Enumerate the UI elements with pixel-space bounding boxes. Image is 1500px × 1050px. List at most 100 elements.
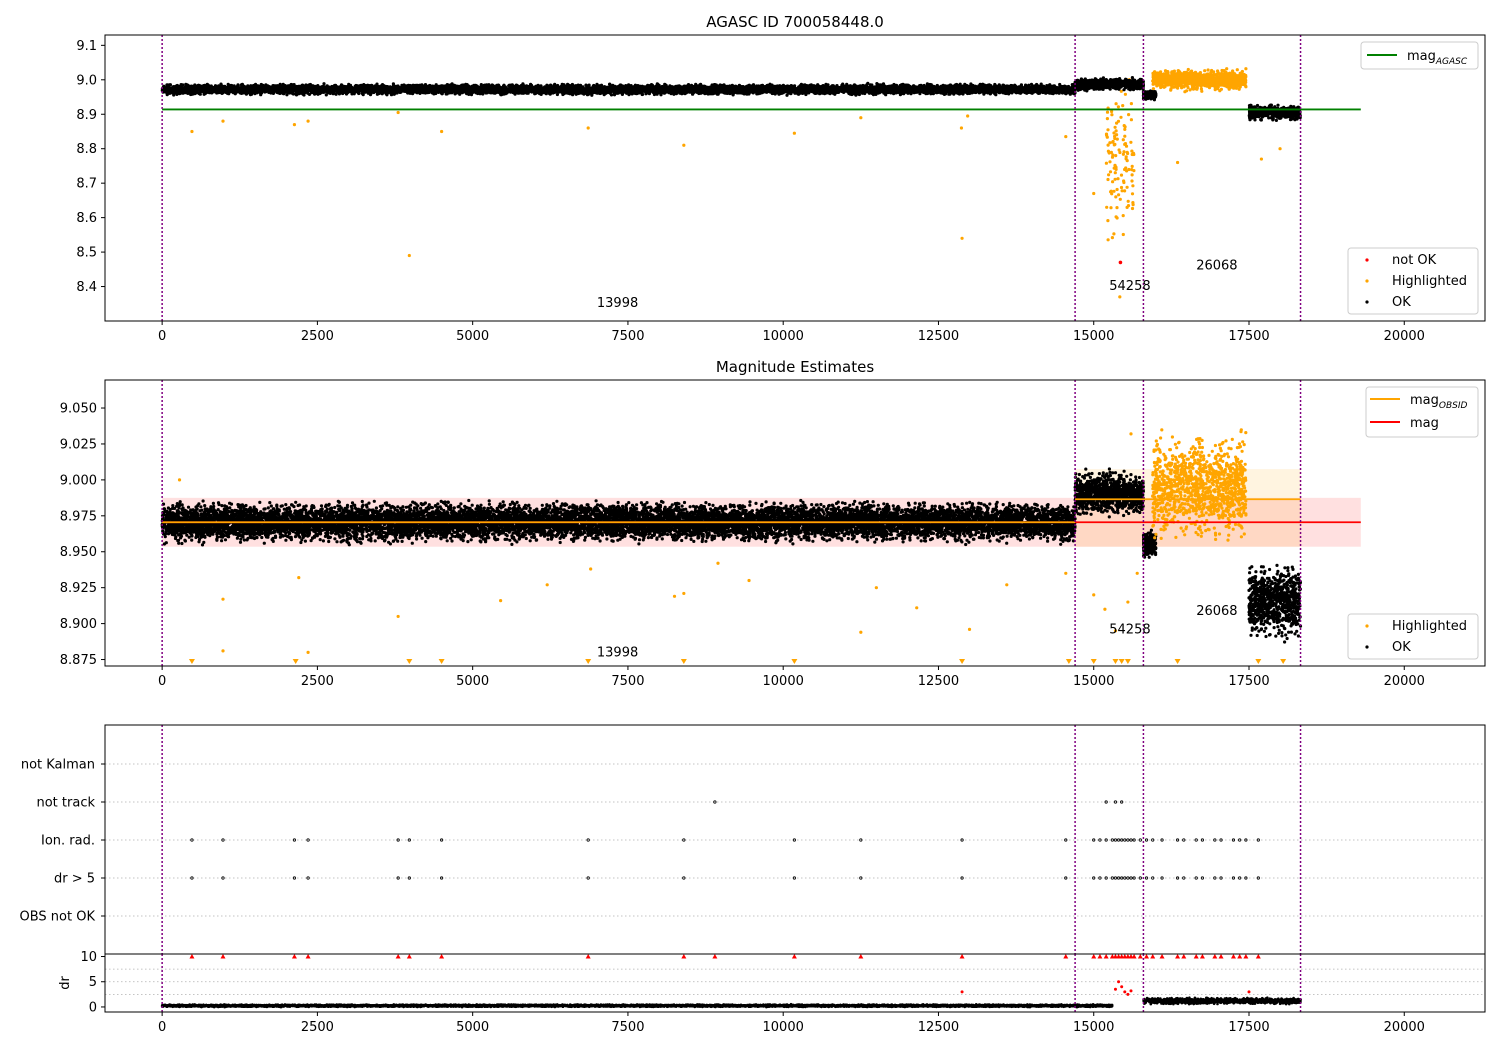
- data-point: [1244, 75, 1248, 79]
- data-point: [1114, 154, 1118, 158]
- data-point: [1119, 173, 1124, 177]
- data-point: [1118, 197, 1122, 201]
- data-point: [1105, 135, 1109, 139]
- data-point: [1190, 69, 1194, 73]
- data-point: [1119, 185, 1124, 190]
- highlighted-point: [407, 253, 411, 258]
- data-point: [1238, 71, 1242, 75]
- highlighted-point: [682, 143, 686, 147]
- data-point: [1123, 142, 1128, 146]
- data-point: [1110, 109, 1114, 114]
- data-point: [1112, 143, 1116, 147]
- data-point: [1126, 199, 1130, 203]
- highlighted-point: [1092, 191, 1096, 196]
- data-point: [1129, 118, 1133, 122]
- data-point: [1186, 67, 1190, 72]
- data-point: [1159, 70, 1163, 74]
- data-point: [585, 93, 590, 97]
- data-point: [1166, 82, 1170, 86]
- data-point: [1225, 67, 1229, 71]
- data-point: [1117, 193, 1121, 197]
- data-point: [1104, 161, 1108, 165]
- data-point: [1108, 170, 1113, 174]
- highlighted-point: [960, 236, 964, 240]
- highlighted-point: [959, 126, 964, 130]
- data-point: [1130, 164, 1134, 168]
- highlighted-point: [792, 131, 796, 135]
- highlighted-point: [221, 119, 225, 123]
- data-point: [1200, 89, 1204, 93]
- data-point: [1232, 73, 1237, 77]
- highlighted-point: [1118, 295, 1122, 299]
- data-point: [1215, 81, 1219, 85]
- data-point: [1176, 84, 1180, 88]
- highlighted-point: [306, 119, 310, 123]
- data-point: [1185, 89, 1189, 93]
- data-point: [1109, 206, 1113, 210]
- data-point: [1110, 113, 1114, 117]
- data-point: [1105, 117, 1109, 121]
- highlighted-point: [966, 114, 970, 118]
- data-point: [1202, 73, 1206, 77]
- data-point: [1110, 192, 1114, 196]
- data-point: [1124, 155, 1128, 159]
- data-point: [1151, 87, 1155, 91]
- data-point: [1123, 125, 1127, 129]
- data-point: [1165, 73, 1169, 77]
- data-point: [1124, 166, 1128, 170]
- data-point: [1171, 74, 1175, 79]
- data-point: [1155, 76, 1159, 80]
- data-point: [1110, 155, 1115, 159]
- data-point: [1161, 78, 1165, 83]
- data-point: [1226, 72, 1230, 76]
- data-point: [1130, 192, 1135, 196]
- data-point: [1122, 179, 1126, 183]
- data-point: [1114, 195, 1118, 199]
- highlighted-point: [859, 116, 863, 120]
- panel-agasc-points: [160, 67, 1302, 299]
- data-point: [1210, 80, 1214, 84]
- data-point: [1109, 150, 1113, 154]
- data-point: [1111, 139, 1115, 144]
- data-point: [1155, 84, 1159, 88]
- data-point: [1114, 129, 1118, 133]
- data-point: [1185, 83, 1189, 87]
- data-point: [1215, 72, 1219, 76]
- data-point: [1158, 75, 1163, 79]
- data-point: [1209, 71, 1213, 75]
- data-point: [1130, 173, 1134, 177]
- data-point: [1235, 68, 1239, 72]
- data-point: [1121, 104, 1125, 108]
- data-point: [1186, 74, 1191, 79]
- data-point: [1190, 75, 1194, 79]
- panel-agasc: AGASC ID 700058448.0 13998 54258 26068 0…: [76, 13, 1486, 344]
- data-point: [1115, 187, 1119, 192]
- highlighted-point: [1064, 135, 1068, 139]
- highlighted-point: [1175, 160, 1180, 165]
- data-point: [1200, 77, 1204, 81]
- data-point: [1164, 78, 1168, 82]
- data-point: [1184, 80, 1188, 84]
- highlighted-point: [292, 122, 297, 127]
- data-point: [1244, 78, 1248, 82]
- data-point: [1228, 86, 1232, 90]
- data-point: [1165, 70, 1169, 74]
- highlighted-point: [586, 126, 590, 130]
- figure: AGASC ID 700058448.0 13998 54258 26068 0…: [20, 13, 1486, 1035]
- data-point: [1188, 81, 1192, 85]
- data-point: [1132, 169, 1136, 173]
- data-point: [1153, 79, 1157, 83]
- data-point: [1174, 73, 1178, 77]
- data-point: [1227, 77, 1231, 81]
- data-point: [1129, 102, 1133, 106]
- data-point: [1115, 216, 1119, 220]
- data-point: [1203, 69, 1207, 73]
- data-point: [1123, 92, 1127, 96]
- data-point: [1116, 177, 1120, 181]
- data-point: [1181, 76, 1185, 80]
- data-point: [1127, 167, 1131, 172]
- data-point: [1106, 128, 1110, 132]
- data-point: [1119, 115, 1123, 119]
- data-point: [1105, 205, 1109, 209]
- data-point: [1125, 185, 1129, 189]
